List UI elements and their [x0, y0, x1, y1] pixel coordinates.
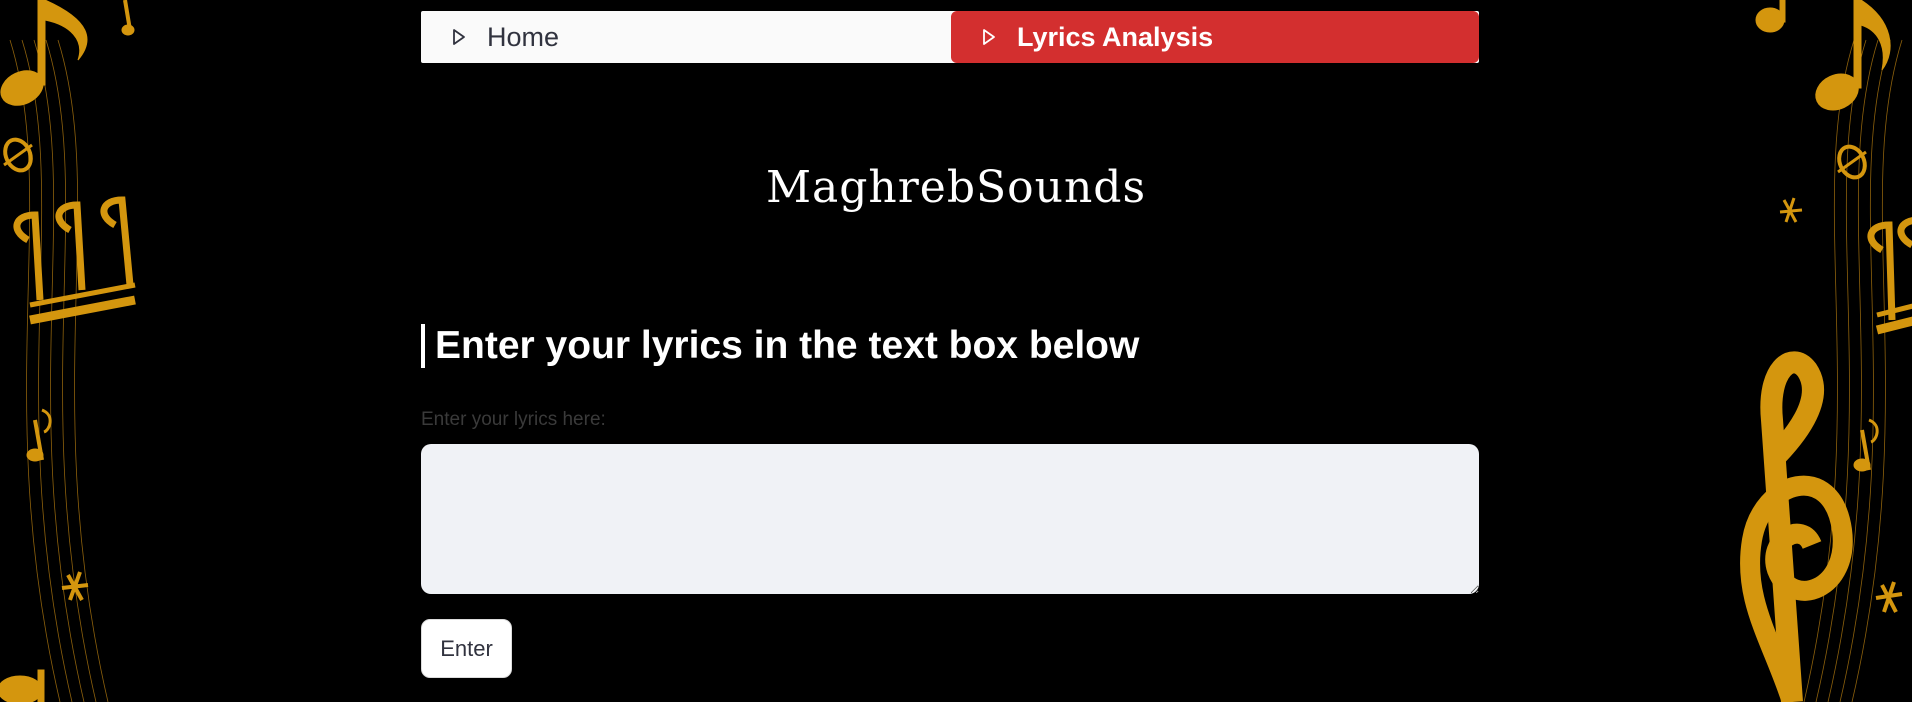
- nav-item-label: Lyrics Analysis: [1017, 21, 1214, 52]
- nav-item-home[interactable]: Home: [421, 11, 951, 63]
- page-heading: Enter your lyrics in the text box below: [421, 324, 1139, 368]
- heading-text: Enter your lyrics in the text box below: [435, 324, 1140, 367]
- music-notes-decoration-left: [0, 0, 136, 702]
- app-title: MaghrebSounds: [765, 162, 1147, 213]
- nav-item-lyrics-analysis[interactable]: Lyrics Analysis: [951, 11, 1479, 63]
- heading-accent-bar: [421, 324, 425, 368]
- play-outline-icon: [449, 27, 469, 47]
- enter-button[interactable]: Enter: [421, 619, 512, 678]
- lyrics-input[interactable]: [421, 444, 1479, 594]
- app-stage: Home Lyrics Analysis MaghrebSounds Enter…: [0, 0, 1912, 702]
- play-outline-icon: [979, 27, 999, 47]
- nav-item-label: Home: [487, 21, 560, 52]
- music-notes-decoration-right: [1740, 0, 1912, 702]
- lyrics-input-label: Enter your lyrics here:: [421, 409, 606, 430]
- top-nav: Home Lyrics Analysis: [421, 11, 1479, 63]
